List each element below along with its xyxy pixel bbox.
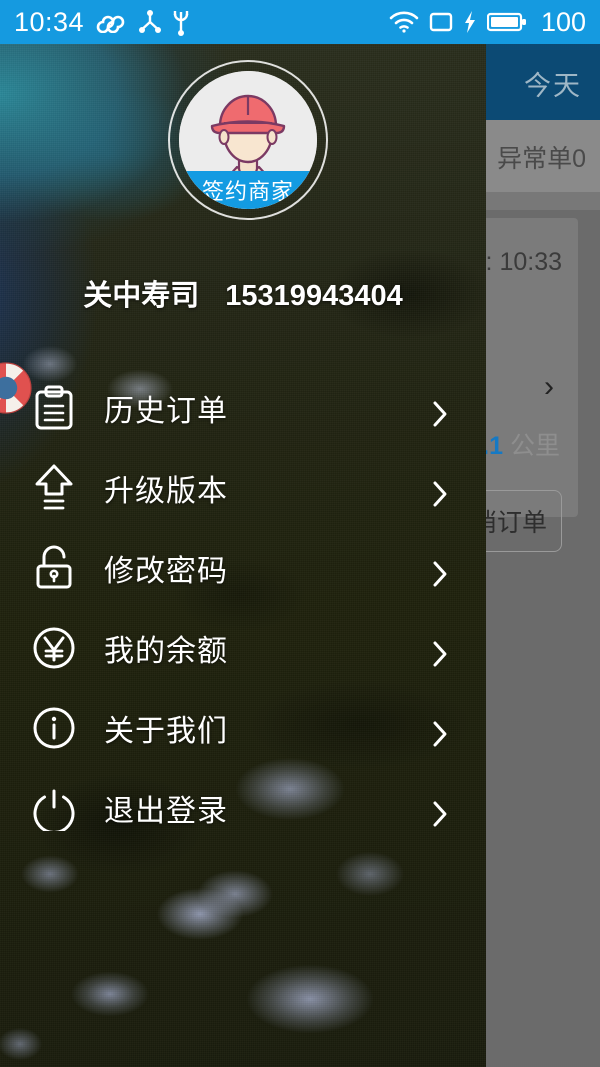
power-icon	[30, 784, 78, 832]
menu-label: 升级版本	[104, 475, 228, 508]
user-info: 关中寿司 15319943404	[0, 272, 486, 314]
worker-hardhat-avatar-icon: 签约商家	[179, 71, 317, 209]
yuan-circle-icon	[30, 624, 78, 672]
battery-icon	[486, 11, 527, 33]
merchant-badge: 签约商家	[179, 171, 317, 209]
status-bar-left: 10:34	[14, 7, 190, 38]
menu-item-history-orders[interactable]: 历史订单	[0, 368, 486, 448]
menu-label: 我的余额	[104, 635, 228, 668]
share-node-icon	[138, 9, 162, 35]
clipboard-icon	[30, 384, 78, 432]
menu-label: 关于我们	[104, 715, 228, 748]
chevron-right-icon[interactable]: ›	[544, 370, 554, 404]
order-distance-unit: 公里	[509, 432, 560, 460]
battery-percent-label: 100	[540, 6, 586, 37]
infinity-icon	[94, 11, 128, 33]
menu-item-change-password[interactable]: 修改密码	[0, 528, 486, 608]
menu-label: 退出登录	[104, 795, 228, 828]
chevron-right-icon	[432, 400, 448, 427]
menu-item-about-us[interactable]: 关于我们	[0, 688, 486, 768]
menu-item-my-balance[interactable]: 我的余额	[0, 608, 486, 688]
status-bar: 10:34 100	[0, 0, 600, 44]
lock-icon	[30, 544, 78, 592]
usb-icon	[172, 8, 190, 36]
charging-bolt-icon	[463, 10, 477, 34]
menu-label: 历史订单	[104, 395, 228, 428]
chevron-right-icon	[432, 800, 448, 827]
user-phone: 15319943404	[225, 280, 403, 312]
menu-item-upgrade-version[interactable]: 升级版本	[0, 448, 486, 528]
sim-card-icon	[429, 11, 453, 33]
menu-label: 修改密码	[104, 555, 228, 588]
info-circle-icon	[30, 704, 78, 752]
avatar[interactable]: 签约商家	[168, 60, 328, 220]
chevron-right-icon	[432, 720, 448, 747]
chevron-right-icon	[432, 640, 448, 667]
wifi-icon	[389, 10, 419, 34]
user-name: 关中寿司	[83, 280, 200, 312]
chevron-right-icon	[432, 480, 448, 507]
upload-arrow-icon	[30, 464, 78, 512]
menu-item-logout[interactable]: 退出登录	[0, 768, 486, 848]
drawer-menu: 历史订单 升级版本 修改密码 我的余额 关于我们 退出登录	[0, 368, 486, 848]
chevron-right-icon	[432, 560, 448, 587]
status-bar-clock: 10:34	[14, 6, 85, 37]
abnormal-orders-label[interactable]: 异常单0	[497, 139, 586, 175]
today-tab-label[interactable]: 今天	[524, 64, 582, 103]
phone-screen: 今天 异常单0 间: 10:33 › .1 公里 消订单 签约商家 关中寿司 1…	[0, 0, 600, 1067]
order-distance-label: .1 公里	[482, 426, 560, 462]
status-bar-right: 100	[389, 7, 586, 38]
